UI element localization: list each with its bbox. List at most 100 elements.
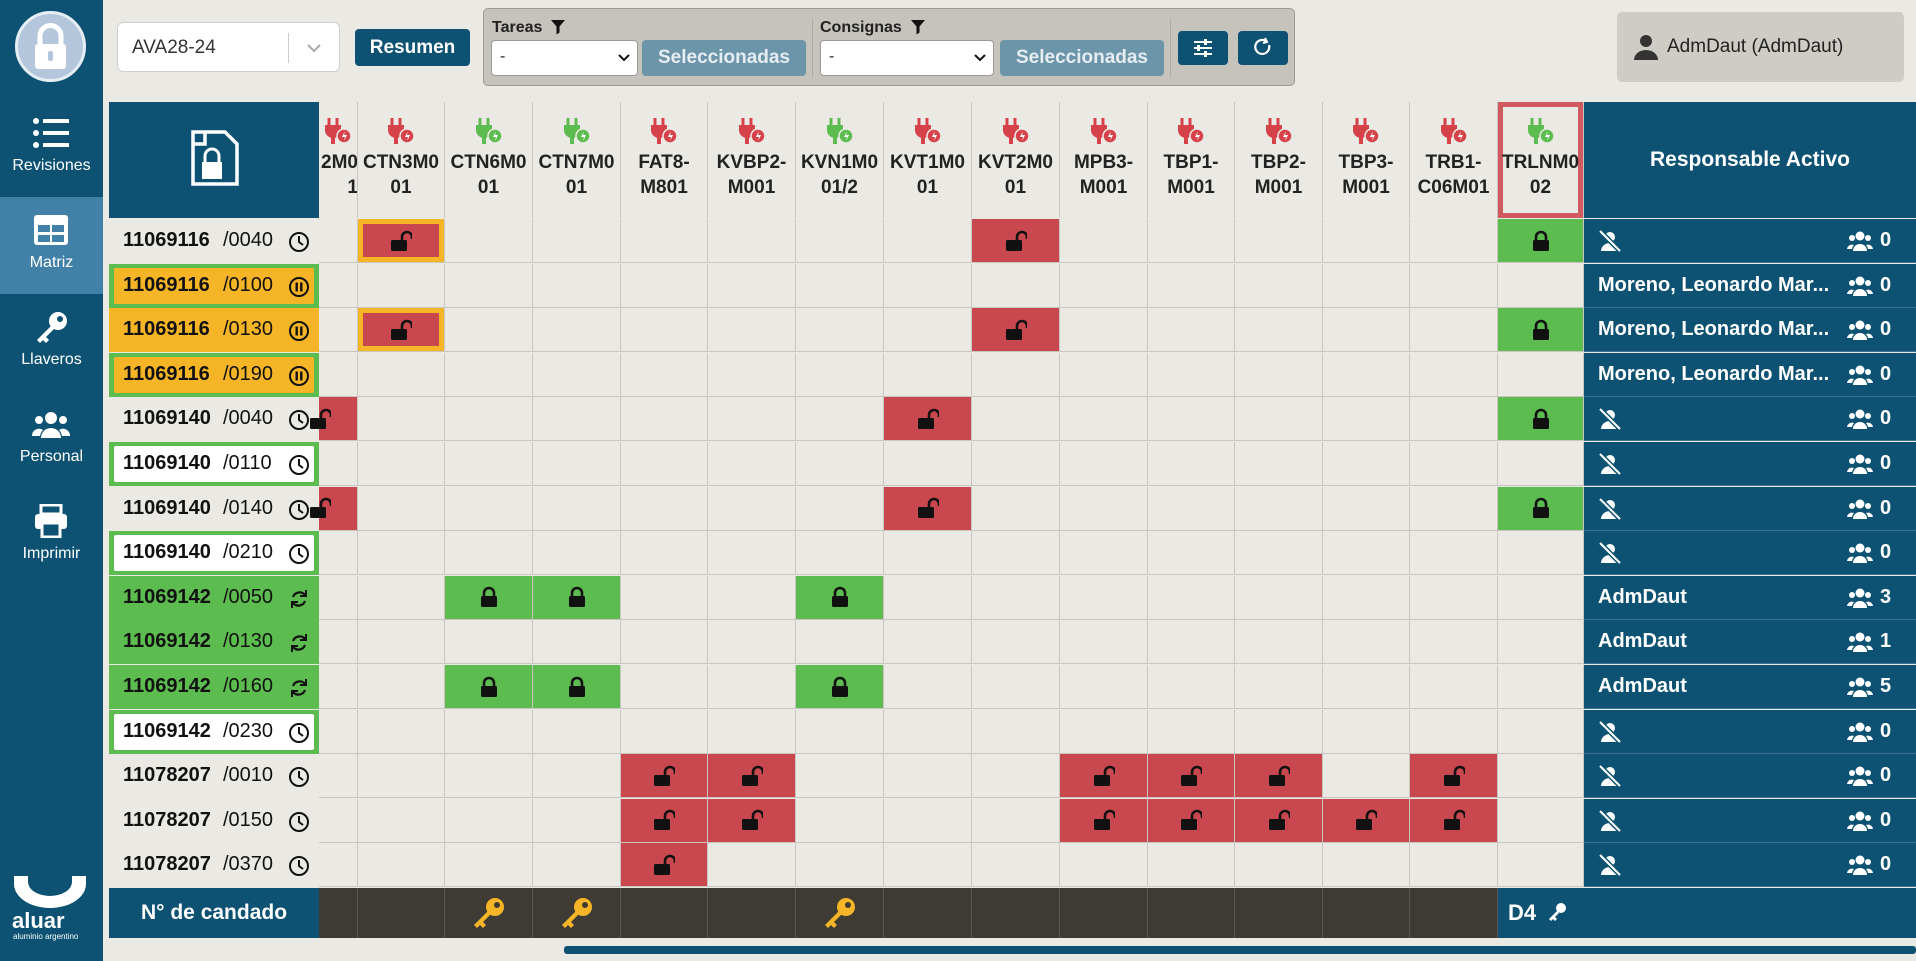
- tareas-selected-button[interactable]: Seleccionadas: [642, 40, 806, 76]
- matrix-cell[interactable]: [621, 843, 708, 888]
- matrix-cell[interactable]: [1148, 798, 1235, 843]
- row-task-label[interactable]: 11069142/0130: [109, 620, 319, 665]
- column-header[interactable]: 2M0 1: [319, 102, 358, 218]
- responsable-cell[interactable]: AdmDaut 5: [1584, 665, 1916, 709]
- horizontal-scrollbar[interactable]: [564, 946, 1916, 954]
- column-header[interactable]: TBP1- M001: [1148, 102, 1235, 218]
- column-header[interactable]: KVT2M0 01: [972, 102, 1060, 218]
- app-lock-logo[interactable]: [15, 11, 86, 82]
- responsable-cell[interactable]: AdmDaut 3: [1584, 575, 1916, 620]
- footer-cell: [1235, 888, 1323, 938]
- matrix-cell[interactable]: [1498, 486, 1584, 531]
- matrix-cell[interactable]: [884, 486, 972, 531]
- matrix-cell[interactable]: [1060, 798, 1148, 843]
- responsable-cell[interactable]: 0: [1584, 709, 1916, 754]
- matrix-cell[interactable]: [310, 397, 358, 442]
- row-task-label[interactable]: 11069142/0050: [109, 575, 319, 620]
- responsable-cell[interactable]: Moreno, Leonardo Mar... 0: [1584, 263, 1916, 308]
- project-select[interactable]: AVA28-24: [117, 22, 340, 72]
- column-header[interactable]: CTN3M0 01: [358, 102, 445, 218]
- matrix-cell[interactable]: [796, 575, 884, 620]
- row-task-label[interactable]: 11069142/0160: [109, 665, 319, 709]
- responsable-cell[interactable]: 0: [1584, 219, 1916, 263]
- footer-cell[interactable]: [533, 888, 621, 938]
- matrix-cell[interactable]: [358, 219, 445, 263]
- responsable-cell[interactable]: 0: [1584, 486, 1916, 531]
- row-task-label[interactable]: 11069140/0040: [109, 397, 319, 442]
- settings-sliders-button[interactable]: [1178, 31, 1228, 65]
- row-task-label[interactable]: 11069116/0190: [109, 352, 319, 397]
- column-header[interactable]: CTN6M0 01: [445, 102, 533, 218]
- sidebar-item-llaveros[interactable]: Llaveros: [0, 294, 103, 391]
- matrix-cell[interactable]: [533, 665, 621, 709]
- matrix-cell[interactable]: [1498, 219, 1584, 263]
- column-header[interactable]: TBP2- M001: [1235, 102, 1323, 218]
- matrix-cell[interactable]: [445, 665, 533, 709]
- user-menu[interactable]: AdmDaut (AdmDaut): [1617, 12, 1904, 82]
- matrix-cell[interactable]: [1323, 798, 1410, 843]
- matrix-cell[interactable]: [884, 397, 972, 442]
- sidebar-item-matriz[interactable]: Matriz: [0, 197, 103, 294]
- sidebar-item-revisiones[interactable]: Revisiones: [0, 100, 103, 197]
- matrix-cell[interactable]: [796, 665, 884, 709]
- column-header[interactable]: FAT8- M801: [621, 102, 708, 218]
- matrix-cell[interactable]: [621, 754, 708, 799]
- row-task-label[interactable]: 11069140/0140: [109, 486, 319, 531]
- matrix-cell[interactable]: [972, 219, 1060, 263]
- column-header[interactable]: TRB1- C06M01: [1410, 102, 1498, 218]
- responsable-cell[interactable]: 0: [1584, 397, 1916, 442]
- column-label: 2M0 1: [321, 152, 358, 198]
- matrix-cell[interactable]: [1410, 798, 1498, 843]
- responsable-cell[interactable]: 0: [1584, 531, 1916, 576]
- matrix-cell[interactable]: [1060, 754, 1148, 799]
- responsable-cell[interactable]: 0: [1584, 442, 1916, 486]
- responsable-cell[interactable]: Moreno, Leonardo Mar... 0: [1584, 308, 1916, 353]
- sidebar-item-imprimir[interactable]: Imprimir: [0, 488, 103, 585]
- column-header[interactable]: TBP3- M001: [1323, 102, 1410, 218]
- row-task-label[interactable]: 11069140/0110: [109, 442, 319, 486]
- responsable-cell[interactable]: Moreno, Leonardo Mar... 0: [1584, 352, 1916, 397]
- row-task-label[interactable]: 11069116/0100: [109, 263, 319, 308]
- matrix-cell[interactable]: [310, 486, 358, 531]
- row-task-label[interactable]: 11069140/0210: [109, 531, 319, 576]
- responsable-cell[interactable]: 0: [1584, 754, 1916, 799]
- matrix-cell[interactable]: [1498, 397, 1584, 442]
- matrix-cell[interactable]: [708, 798, 796, 843]
- matrix-cell[interactable]: [708, 754, 796, 799]
- matrix-cell[interactable]: [1410, 754, 1498, 799]
- column-header[interactable]: TRLNM0 02: [1498, 102, 1584, 218]
- row-task-label[interactable]: 11069116/0040: [109, 219, 319, 263]
- responsable-cell[interactable]: 0: [1584, 843, 1916, 888]
- matrix-cell[interactable]: [1235, 798, 1323, 843]
- tareas-select[interactable]: -: [491, 40, 638, 76]
- refresh-button[interactable]: [1238, 31, 1288, 65]
- matrix-cell[interactable]: [972, 308, 1060, 353]
- matrix-cell[interactable]: [358, 308, 445, 353]
- matrix-cell[interactable]: [533, 575, 621, 620]
- consignas-select[interactable]: -: [820, 40, 994, 76]
- column-header[interactable]: MPB3- M001: [1060, 102, 1148, 218]
- summary-button[interactable]: Resumen: [355, 29, 470, 66]
- matrix-cell[interactable]: [1235, 754, 1323, 799]
- column-header[interactable]: KVN1M0 01/2: [796, 102, 884, 218]
- row-task-label[interactable]: 11069116/0130: [109, 308, 319, 353]
- row-task-label[interactable]: 11069142/0230: [109, 709, 319, 754]
- consignas-selected-button[interactable]: Seleccionadas: [1000, 40, 1164, 76]
- responsable-cell[interactable]: 0: [1584, 798, 1916, 843]
- row-task-label[interactable]: 11078207/0370: [109, 843, 319, 888]
- chevron-down-icon[interactable]: [304, 38, 324, 58]
- matrix-cell[interactable]: [1148, 754, 1235, 799]
- footer-cell[interactable]: [445, 888, 533, 938]
- responsable-cell[interactable]: AdmDaut 1: [1584, 620, 1916, 665]
- column-header[interactable]: KVBP2- M001: [708, 102, 796, 218]
- padlock-number-value[interactable]: D4: [1498, 888, 1584, 938]
- matrix-cell[interactable]: [621, 798, 708, 843]
- matrix-cell[interactable]: [445, 575, 533, 620]
- column-header[interactable]: CTN7M0 01: [533, 102, 621, 218]
- row-task-label[interactable]: 11078207/0150: [109, 798, 319, 843]
- matrix-cell[interactable]: [1498, 308, 1584, 353]
- column-header[interactable]: KVT1M0 01: [884, 102, 972, 218]
- footer-cell[interactable]: [796, 888, 884, 938]
- sidebar-item-personal[interactable]: Personal: [0, 391, 103, 488]
- row-task-label[interactable]: 11078207/0010: [109, 754, 319, 799]
